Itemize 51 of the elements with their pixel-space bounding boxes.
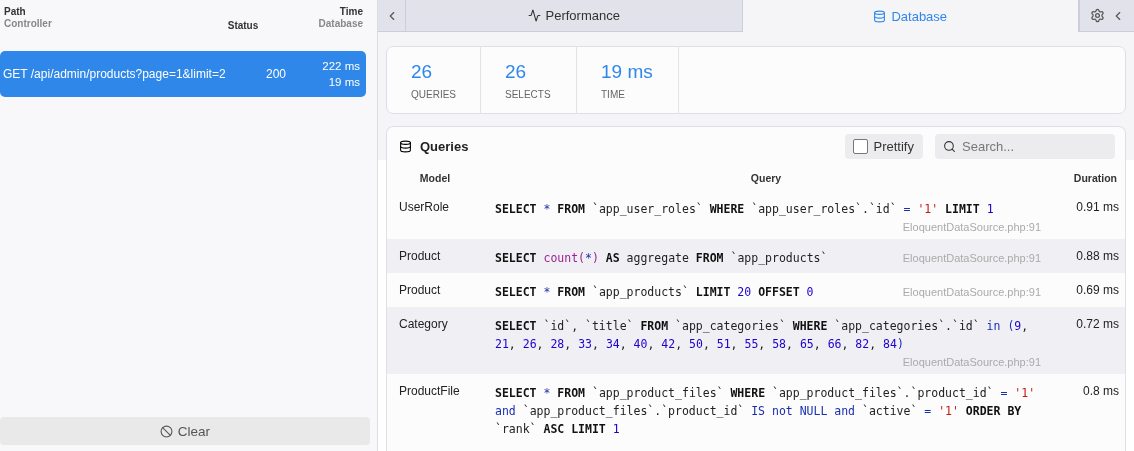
tab[interactable]: Performance — [406, 0, 743, 32]
column-header: Time — [339, 6, 363, 18]
duration-cell-text: 0.8 ms — [1082, 383, 1120, 400]
column-header: Status — [227, 20, 259, 32]
source-location: EloquentDataSource.php:91 — [902, 355, 1041, 368]
source-location: EloquentDataSource.php:91 — [902, 251, 1041, 264]
column-header: Query — [749, 171, 783, 186]
sql-query: SELECT * FROM `app_user_roles` WHERE `app_user_roles`.`id` = '1' LIMIT 1 — [495, 201, 994, 218]
model-cell: Product — [387, 239, 483, 273]
column-header: Duration — [1072, 171, 1118, 186]
stat-value: 26 — [411, 61, 434, 83]
panel-title: Queries — [420, 139, 469, 154]
duration-cell-text: 0.91 ms — [1075, 199, 1120, 216]
search-field[interactable]: Search... — [935, 134, 1115, 159]
sql-query: SELECT `id`, `title` FROM `app_categories` WHERE `app_categories`.`id` in (9, 21, 26, 28, 33, 34, 40, 42, 50, 51, 55, 58, 65, 66, 82, 84) — [495, 318, 1030, 353]
model-cell-text: ProductFile — [398, 383, 461, 400]
pulse-icon — [527, 9, 541, 22]
status-code: 200 — [266, 67, 288, 81]
request-time: 222 ms — [322, 59, 360, 74]
checkbox[interactable] — [852, 139, 868, 154]
model-cell: Category — [387, 307, 483, 374]
stat-label: SELECTS — [505, 89, 552, 100]
stat-value: 19 ms — [601, 61, 654, 83]
request-path: GET /api/admin/products?page=1&limit=2 — [3, 67, 227, 81]
source-location: EloquentDataSource.php:91 — [902, 220, 1041, 233]
duration-cell-text: 0.69 ms — [1075, 282, 1120, 299]
source-location: EloquentDataSource.php:91 — [902, 285, 1041, 298]
database-icon — [873, 9, 887, 23]
tab[interactable]: Database — [742, 0, 1079, 32]
column-header: Model — [418, 171, 452, 186]
duration-cell: 0.72 ms — [1049, 307, 1125, 374]
prettify-checkbox[interactable]: Prettify — [844, 134, 923, 159]
request-row[interactable]: GET /api/admin/products?page=1&limit=2 200 222 ms 19 ms — [0, 51, 366, 97]
sql-query: SELECT count(*) AS aggregate FROM `app_products` — [495, 250, 828, 267]
stat-label: TIME — [601, 89, 626, 100]
sql-query: SELECT * FROM `app_product_files` WHERE `app_product_files`.`product_id` = '1' and `app_product_files`.`product_id` IS not NULL and `active` = '1' ORDER BY `rank` ASC LIMIT 1 — [495, 385, 1037, 438]
ban-icon — [159, 424, 173, 438]
duration-cell: 0.88 ms — [1049, 239, 1125, 273]
settings-icon[interactable] — [1089, 8, 1105, 23]
stat-label: QUERIES — [411, 89, 457, 100]
model-cell-text: Product — [398, 282, 442, 299]
database-time: 19 ms — [328, 75, 360, 90]
database-icon — [399, 140, 412, 153]
column-subheader: Database — [318, 18, 363, 30]
search-icon — [943, 140, 956, 153]
column-header: Path — [4, 6, 26, 18]
column-subheader: Controller — [4, 18, 52, 30]
model-cell-text: UserRole — [398, 199, 450, 216]
sql-query: SELECT * FROM `app_products` LIMIT 20 OFFSET 0 — [495, 284, 814, 301]
clear-button[interactable]: Clear — [0, 417, 370, 445]
stat-value: 26 — [505, 61, 528, 83]
